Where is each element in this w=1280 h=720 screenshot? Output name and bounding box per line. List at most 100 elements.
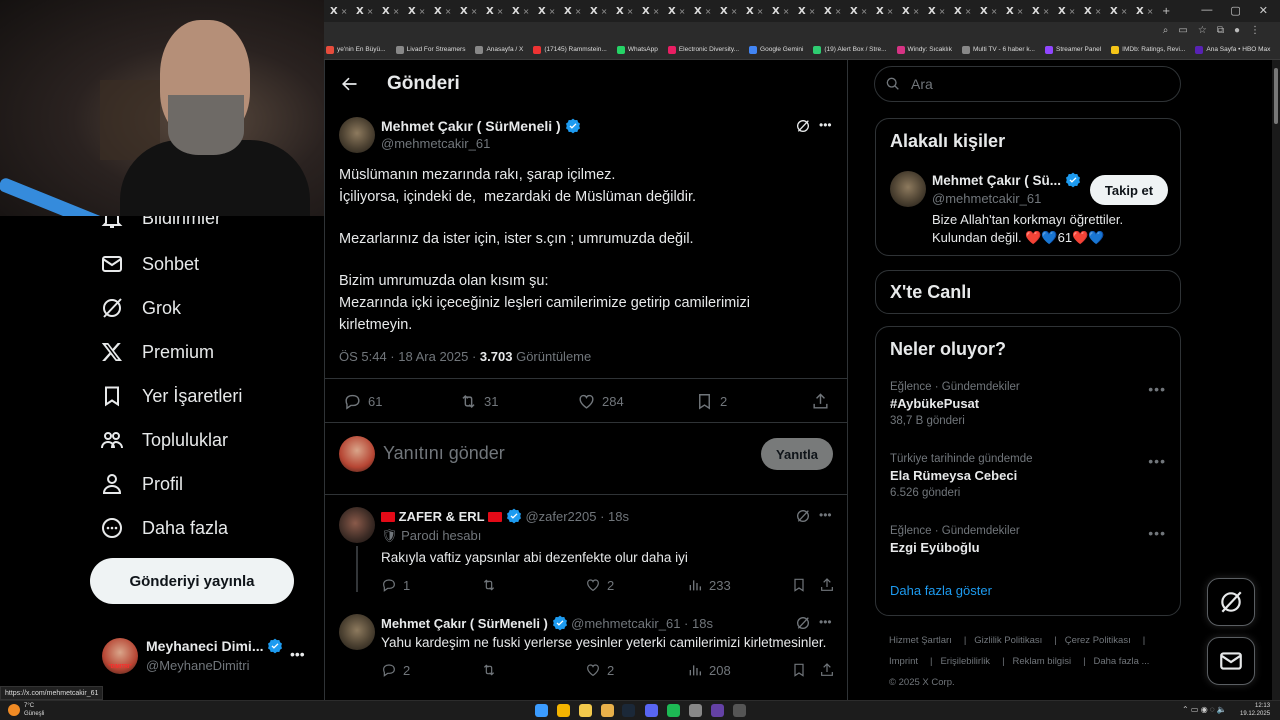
maximize-icon[interactable]: ▢ <box>1230 4 1240 17</box>
related-handle[interactable]: @mehmetcakir_61 <box>932 191 1041 206</box>
trend-item[interactable]: Eğlence · Gündemdekiler #AybükePusat 38,… <box>890 381 1170 427</box>
page-scrollbar[interactable] <box>1272 60 1280 700</box>
reply-author-handle[interactable]: @mehmetcakir_61 <box>571 616 680 631</box>
sidebar-item-grok[interactable]: Grok <box>100 296 181 320</box>
tab-close-icon[interactable]: × <box>523 7 530 16</box>
app-icon[interactable] <box>689 704 702 717</box>
reply-stat[interactable]: 2 <box>381 662 410 678</box>
browser-tab[interactable]: X × <box>560 2 586 20</box>
grok-icon[interactable] <box>795 508 811 524</box>
sidebar-item-yer-i-şaretleri[interactable]: Yer İşaretleri <box>100 384 242 408</box>
reply-stat[interactable]: 61 <box>343 392 382 411</box>
search-input[interactable]: Ara <box>874 66 1181 102</box>
footer-link[interactable]: Gizlilik Politikası <box>974 635 1042 646</box>
reply-author-avatar[interactable] <box>339 507 375 543</box>
footer-link[interactable]: Erişilebilirlik <box>940 656 990 667</box>
browser-tab[interactable]: X × <box>378 2 404 20</box>
account-switcher[interactable]: "DIMITRI" Meyhaneci Dimi... @MeyhaneDimi… <box>100 636 310 676</box>
bookmark-item[interactable]: Streamer Panel <box>1044 45 1101 54</box>
tab-close-icon[interactable]: × <box>991 7 998 16</box>
discord-icon[interactable] <box>645 704 658 717</box>
tab-close-icon[interactable]: × <box>861 7 868 16</box>
reply-time[interactable]: · 18s <box>600 509 629 524</box>
tab-close-icon[interactable]: × <box>809 7 816 16</box>
bookmark-item[interactable]: Multi TV - 6 haber k... <box>961 45 1035 54</box>
post-author-avatar[interactable] <box>339 117 375 153</box>
tab-close-icon[interactable]: × <box>367 7 374 16</box>
browser-tab[interactable]: X × <box>482 2 508 20</box>
like-stat[interactable]: 284 <box>577 392 624 411</box>
bookmark-stat[interactable]: 2 <box>695 392 727 411</box>
browser-tab[interactable]: X × <box>638 2 664 20</box>
tab-close-icon[interactable]: × <box>731 7 738 16</box>
tab-close-icon[interactable]: × <box>419 7 426 16</box>
obs-icon[interactable] <box>733 704 746 717</box>
browser-tab[interactable]: X × <box>950 2 976 20</box>
tab-close-icon[interactable]: × <box>471 7 478 16</box>
reply-time[interactable]: · 18s <box>684 616 713 631</box>
reply-input[interactable]: Yanıtını gönder <box>383 443 505 464</box>
clock[interactable]: 12:13 19.12.2025 <box>1240 702 1270 718</box>
browser-tab[interactable]: X × <box>1028 2 1054 20</box>
tab-close-icon[interactable]: × <box>627 7 634 16</box>
steam-icon[interactable] <box>622 704 635 717</box>
bookmark-item[interactable]: IMDb: Ratings, Revi... <box>1111 45 1185 54</box>
tab-close-icon[interactable]: × <box>445 7 452 16</box>
tab-close-icon[interactable]: × <box>783 7 790 16</box>
bookmark-item[interactable]: Windy: Sıcaklık <box>896 45 952 54</box>
browser-tab[interactable]: X × <box>430 2 456 20</box>
app-icon[interactable] <box>711 704 724 717</box>
reply-button[interactable]: Yanıtla <box>761 438 833 470</box>
extensions-icon[interactable]: ⧉ <box>1217 25 1224 36</box>
reply-author-name[interactable]: ZAFER & ERL <box>399 509 485 524</box>
reply-author-name[interactable]: Mehmet Çakır ( SürMeneli ) <box>381 616 548 631</box>
reply-stat[interactable]: 1 <box>381 577 410 593</box>
browser-tab[interactable]: X × <box>1132 2 1158 20</box>
browser-tab[interactable]: X × <box>1054 2 1080 20</box>
bookmark-item[interactable]: Anasayfa / X <box>475 45 523 54</box>
browser-tab[interactable]: X × <box>794 2 820 20</box>
grok-icon[interactable] <box>795 118 811 134</box>
tab-close-icon[interactable]: × <box>679 7 686 16</box>
reply-more-icon[interactable]: ••• <box>819 615 832 629</box>
spotify-icon[interactable] <box>667 704 680 717</box>
tab-close-icon[interactable]: × <box>835 7 842 16</box>
browser-tab[interactable]: X × <box>404 2 430 20</box>
zoom-icon[interactable]: ⌕ <box>1163 25 1169 36</box>
tab-close-icon[interactable]: × <box>705 7 712 16</box>
bookmark-star-icon[interactable]: ☆ <box>1198 25 1207 36</box>
views-stat[interactable]: 208 <box>687 662 731 678</box>
bookmark-item[interactable]: Ana Sayfa • HBO Max <box>1195 45 1270 54</box>
post-author-name[interactable]: Mehmet Çakır ( SürMeneli ) <box>381 118 561 134</box>
bookmark-item[interactable]: (17145) Rammstein... <box>533 45 607 54</box>
bookmark-stat[interactable] <box>791 662 807 678</box>
footer-link[interactable]: Imprint <box>889 656 918 667</box>
sidebar-item-sohbet[interactable]: Sohbet <box>100 252 199 276</box>
file-explorer-icon[interactable] <box>579 704 592 717</box>
heart-stat[interactable]: 2 <box>585 577 614 593</box>
bookmark-item[interactable]: Livad For Streamers <box>395 45 465 54</box>
tab-close-icon[interactable]: × <box>913 7 920 16</box>
browser-tab[interactable]: X × <box>586 2 612 20</box>
new-tab-icon[interactable]: + <box>1158 2 1184 20</box>
follow-button[interactable]: Takip et <box>1090 175 1168 205</box>
browser-tab[interactable]: X × <box>1106 2 1132 20</box>
tab-close-icon[interactable]: × <box>1121 7 1128 16</box>
tab-close-icon[interactable]: × <box>653 7 660 16</box>
tab-close-icon[interactable]: × <box>393 7 400 16</box>
browser-tab[interactable]: X × <box>326 2 352 20</box>
heart-stat[interactable]: 2 <box>585 662 614 678</box>
tab-close-icon[interactable]: × <box>757 7 764 16</box>
chrome-icon[interactable] <box>557 704 570 717</box>
grok-fab[interactable] <box>1207 578 1255 626</box>
bookmark-item[interactable]: Google Gemini <box>749 45 803 54</box>
repost-stat[interactable]: 31 <box>459 392 498 411</box>
browser-tab[interactable]: X × <box>742 2 768 20</box>
trend-item[interactable]: Türkiye tarihinde gündemde Ela Rümeysa C… <box>890 453 1170 499</box>
trend-more-icon[interactable]: ••• <box>1148 381 1166 397</box>
weather-widget[interactable]: 7°C Güneşli <box>24 702 44 718</box>
sidebar-item-daha-fazla[interactable]: Daha fazla <box>100 516 228 540</box>
views-stat[interactable]: 233 <box>687 577 731 593</box>
bookmark-item[interactable]: (19) Alert Box / Stre... <box>813 45 887 54</box>
trend-more-icon[interactable]: ••• <box>1148 525 1166 541</box>
